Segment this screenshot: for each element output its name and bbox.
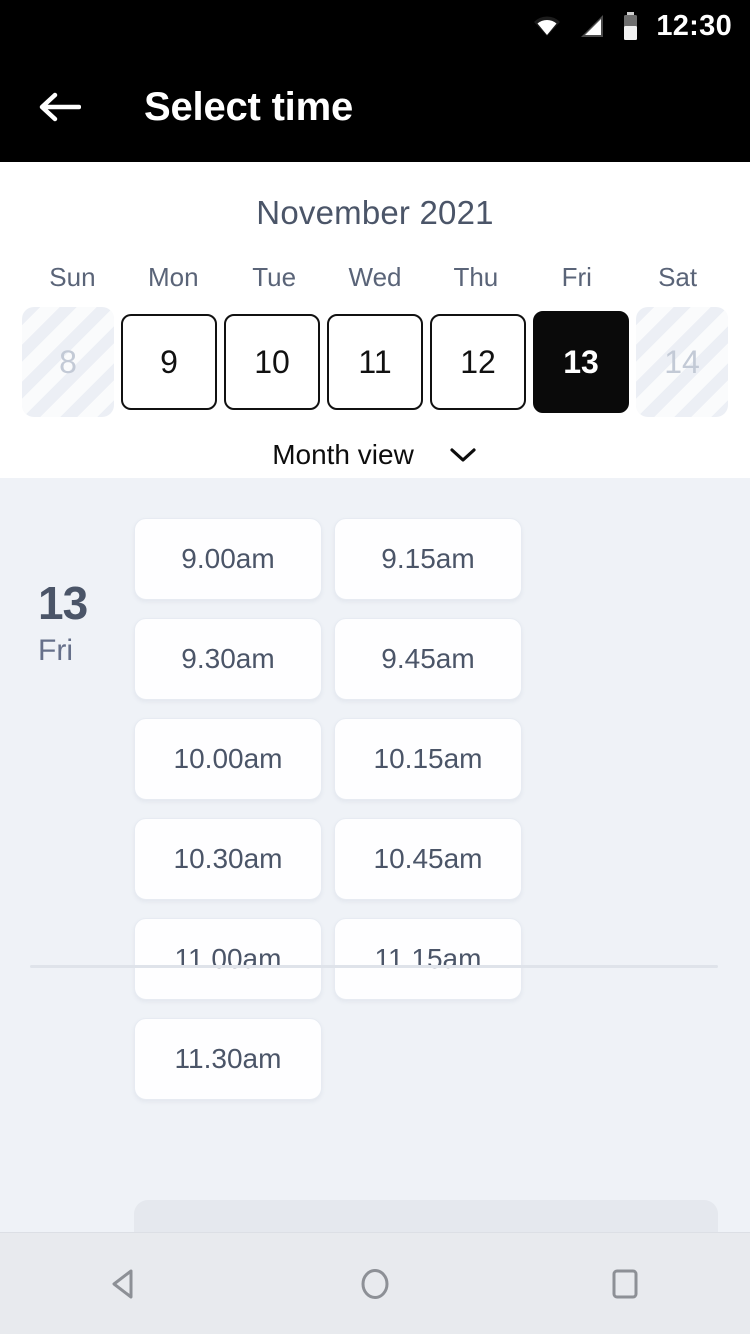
calendar-day-number: 9 [160,343,178,380]
calendar-day-13[interactable]: 13 [533,311,629,413]
back-button[interactable] [24,71,96,143]
weekday-label: Mon [148,262,199,292]
calendar-day-9[interactable]: 9 [121,314,217,410]
weekday-label: Sun [49,262,96,292]
schedule-area: 13 Fri 9.00am 9.15am 9.30am 9.45am 10.00am 10… [0,478,750,1334]
back-arrow-icon [39,92,81,122]
weekday-label: Sat [658,262,698,292]
weekday-label: Tue [252,262,297,292]
phone-screen: 12:30 Select time November 2021 Sun Mon … [0,0,750,1334]
calendar-month-title: November 2021 [256,194,494,231]
schedule-day-label: 13 Fri [0,518,134,1100]
triangle-back-icon [112,1269,133,1298]
circle-home-icon [361,1268,389,1299]
calendar-day-12[interactable]: 12 [430,314,526,410]
weekday-label: Fri [561,262,592,292]
calendar-section: November 2021 Sun Mon Tue Wed Thu Fri Sa… [0,162,750,478]
time-slot-button[interactable]: 11.00am [134,918,322,1000]
time-slot-button[interactable]: 9.00am [134,518,322,600]
schedule-day-number: 13 [38,577,88,629]
month-view-toggle[interactable]: Month view [0,439,750,471]
square-recents-icon [612,1269,638,1298]
wifi-icon [532,14,562,38]
calendar-day-number: 12 [460,343,496,380]
android-nav-bar [0,1232,750,1334]
calendar-day-number: 11 [358,343,392,380]
time-slot-button[interactable]: 10.00am [134,718,322,800]
nav-home-button[interactable] [327,1236,423,1332]
time-slot-button[interactable]: 9.15am [334,518,522,600]
nav-back-button[interactable] [77,1236,173,1332]
calendar-day-8: 8 [22,307,114,417]
time-slot-button[interactable]: 10.45am [334,818,522,900]
calendar-day-number: 14 [664,343,700,380]
calendar-day-10[interactable]: 10 [224,314,320,410]
weekday-header-row: Sun Mon Tue Wed Thu Fri Sat [0,262,750,293]
time-slot-button[interactable]: 9.30am [134,618,322,700]
time-slot-grid: 9.00am 9.15am 9.30am 9.45am 10.00am 10.15am 10… [134,518,750,1100]
calendar-day-number: 13 [563,343,599,380]
time-slot-button[interactable]: 10.30am [134,818,322,900]
chevron-down-icon [450,448,476,462]
calendar-day-number: 8 [59,343,77,380]
signal-icon [579,13,605,39]
nav-recents-button[interactable] [577,1236,673,1332]
calendar-day-14: 14 [636,307,728,417]
schedule-group-13: 13 Fri 9.00am 9.15am 9.30am 9.45am 10.00am 10… [0,478,750,1100]
time-slot-button[interactable]: 11.30am [134,1018,322,1100]
calendar-days-row: 8 9 10 11 12 13 14 [0,307,750,417]
page-title: Select time [144,84,354,129]
calendar-day-11[interactable]: 11 [327,314,423,410]
battery-icon [622,12,639,40]
time-slot-button[interactable]: 10.15am [334,718,522,800]
status-bar-clock: 12:30 [656,9,732,42]
month-view-label: Month view [272,439,414,470]
schedule-day-name: Fri [38,634,73,667]
time-slot-button[interactable]: 11.15am [334,918,522,1000]
weekday-label: Thu [453,262,499,292]
app-bar: Select time [0,52,750,162]
status-bar: 12:30 [0,0,750,52]
section-divider [30,965,718,968]
calendar-day-number: 10 [254,343,290,380]
time-slot-button[interactable]: 9.45am [334,618,522,700]
weekday-label: Wed [348,262,402,292]
